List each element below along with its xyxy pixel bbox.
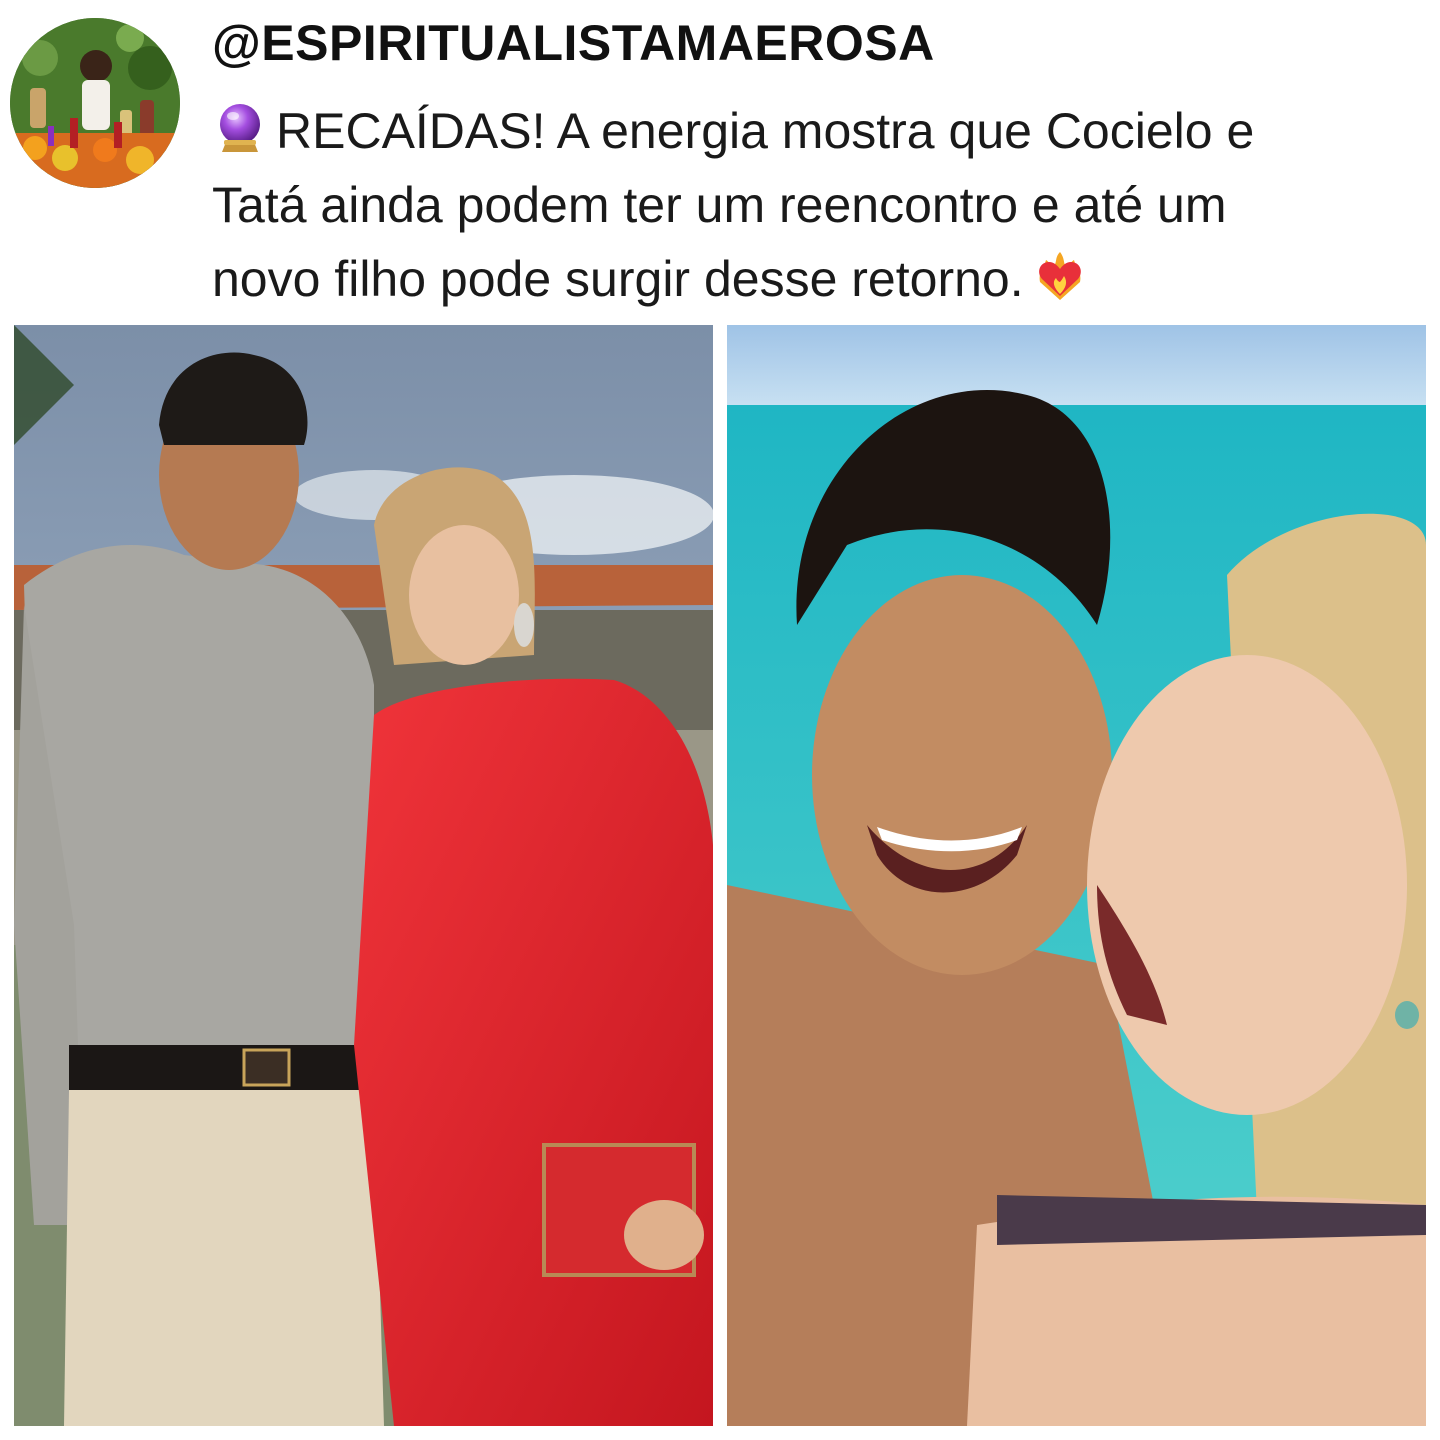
couple-beach-image bbox=[727, 325, 1426, 1426]
couple-beach-selfie-photo[interactable] bbox=[727, 325, 1426, 1426]
post-text-line-2: Tatá ainda podem ter um reencontro e até… bbox=[212, 177, 1227, 233]
post-text-line-3: novo filho pode surgir desse retorno. bbox=[212, 242, 1427, 316]
account-handle[interactable]: @ESPIRITUALISTAMAEROSA bbox=[212, 14, 935, 72]
crystal-ball-icon bbox=[212, 100, 268, 156]
avatar-image bbox=[10, 18, 180, 188]
post-text-line-1-text: RECAÍDAS! A energia mostra que Cocielo e bbox=[276, 103, 1255, 159]
profile-avatar[interactable] bbox=[10, 18, 180, 188]
post-text-line-1: RECAÍDAS! A energia mostra que Cocielo e bbox=[212, 94, 1427, 168]
heart-on-fire-icon bbox=[1032, 248, 1088, 304]
post-card: @ESPIRITUALISTAMAEROSA RECAÍDAS! A energ… bbox=[0, 0, 1440, 1440]
couple-sunset-photo[interactable] bbox=[14, 325, 713, 1426]
post-text: RECAÍDAS! A energia mostra que Cocielo e… bbox=[212, 94, 1427, 316]
post-text-line-3-text: novo filho pode surgir desse retorno. bbox=[212, 251, 1024, 307]
couple-sunset-image bbox=[14, 325, 713, 1426]
